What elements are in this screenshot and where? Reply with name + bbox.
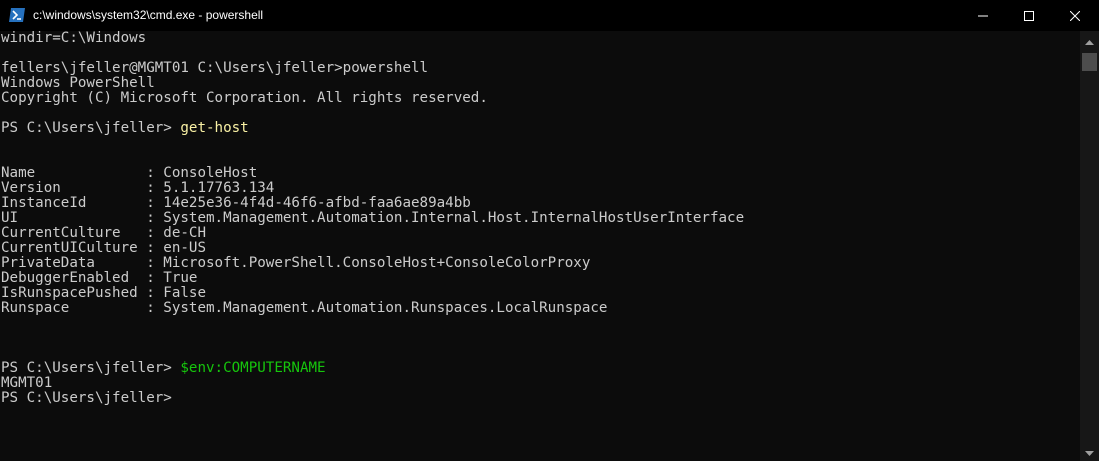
scroll-down-button[interactable] [1080,442,1099,461]
command-text: $env:COMPUTERNAME [180,360,326,376]
vertical-scrollbar[interactable] [1080,31,1099,461]
console-line: PS C:\Users\jfeller> get-host [1,121,249,136]
console-line: MGMT01 [1,375,53,391]
console-line: PS C:\Users\jfeller> $env:COMPUTERNAME [1,361,326,376]
console-line: windir=C:\Windows [1,31,147,46]
console-line: Name : ConsoleHost [1,165,258,181]
console-line: PS C:\Users\jfeller> [1,390,172,406]
console-line: CurrentCulture : de-CH [1,225,206,241]
console-line: Windows PowerShell [1,75,155,91]
title-bar[interactable]: c:\windows\system32\cmd.exe - powershell [0,0,1099,31]
console-line: Version : 5.1.17763.134 [1,180,275,196]
chevron-down-icon [1085,443,1094,461]
console-line: fellers\jfeller@MGMT01 C:\Users\jfeller>… [1,60,429,76]
console-window: c:\windows\system32\cmd.exe - powershell… [0,0,1099,461]
maximize-button[interactable] [1006,0,1052,31]
console-line: DebuggerEnabled : True [1,270,198,286]
window-title: c:\windows\system32\cmd.exe - powershell [33,8,264,22]
console-line: IsRunspacePushed : False [1,285,206,301]
minimize-button[interactable] [960,0,1006,31]
scroll-up-button[interactable] [1080,31,1099,50]
close-icon [1070,10,1080,21]
console-line: InstanceId : 14e25e36-4f4d-46f6-afbd-faa… [1,195,471,211]
chevron-up-icon [1085,32,1094,50]
console-line: UI : System.Management.Automation.Intern… [1,210,745,226]
close-button[interactable] [1052,0,1098,31]
command-text: get-host [180,120,249,136]
console-line: Copyright (C) Microsoft Corporation. All… [1,90,488,106]
scrollbar-thumb[interactable] [1082,53,1097,71]
prompt-text: PS C:\Users\jfeller> [1,360,181,376]
prompt-text: PS C:\Users\jfeller> [1,120,181,136]
console-line: Runspace : System.Management.Automation.… [1,300,608,316]
powershell-icon [9,8,25,22]
console-line: CurrentUICulture : en-US [1,240,206,256]
maximize-icon [1024,10,1034,21]
console-line: PrivateData : Microsoft.PowerShell.Conso… [1,255,591,271]
console-output[interactable]: windir=C:\Windows fellers\jfeller@MGMT01… [0,31,1080,461]
minimize-icon [978,11,988,21]
